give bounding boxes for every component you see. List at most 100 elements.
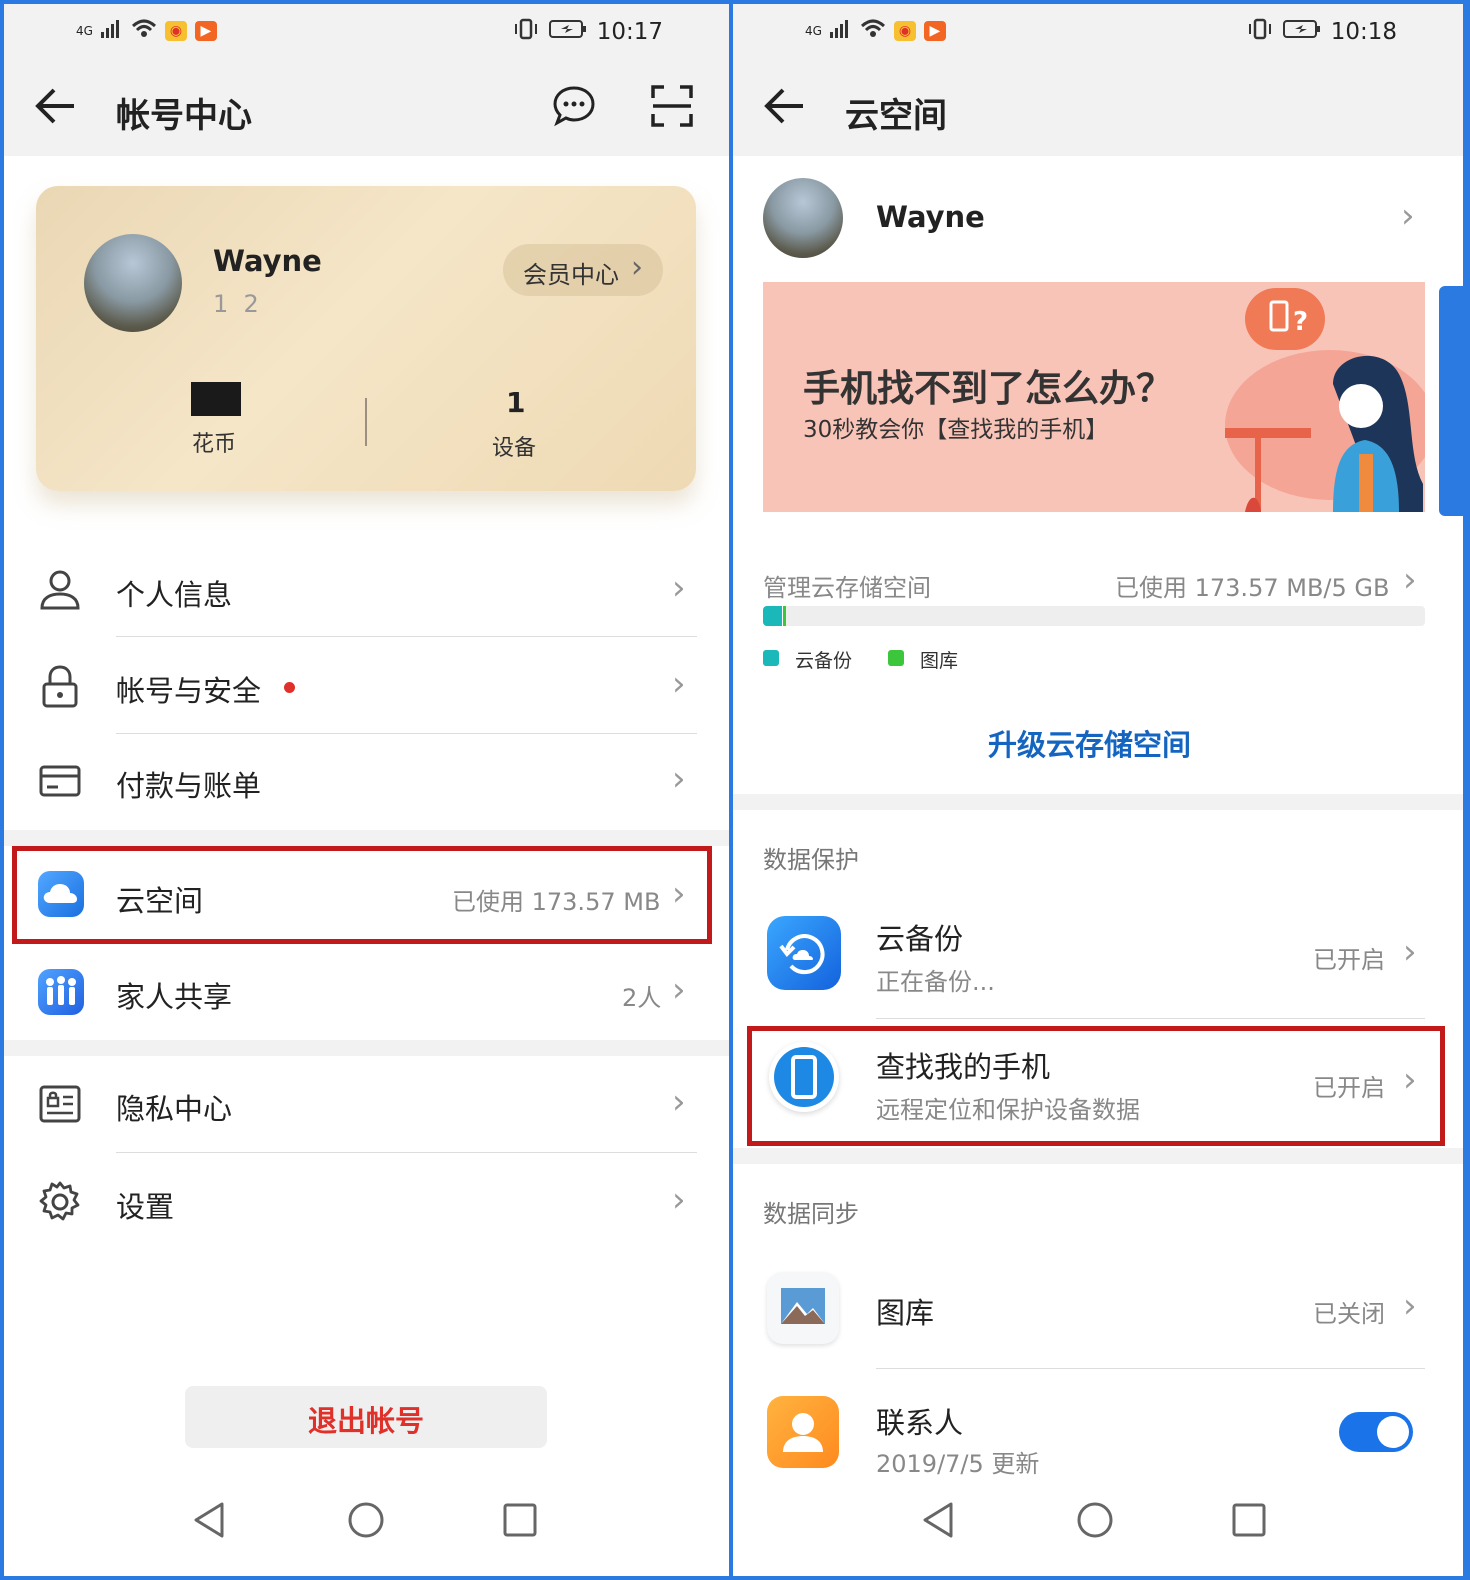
account-center-screen: 4G ◉ ▶ 10:17 帐号中心 Wayne 1 2 会员中心 › 花币 1 … [4,4,729,1576]
battery-icon [548,19,587,45]
contacts-row[interactable]: 联系人 2019/7/5 更新 [733,1382,1463,1482]
notification-dot [284,682,295,693]
lock-icon [38,664,82,708]
scan-icon[interactable] [650,84,694,128]
chevron-right-icon: › [1403,932,1417,972]
gallery-app-icon [767,1272,839,1344]
section-gap [733,1148,1463,1164]
chevron-right-icon: › [672,759,686,799]
contacts-sync-toggle[interactable] [1339,1412,1413,1452]
message-icon[interactable] [552,84,596,128]
nav-back-icon[interactable] [190,1500,230,1549]
backup-subtitle: 正在备份... [876,968,995,996]
menu-label: 个人信息 [116,578,233,612]
battery-icon [1282,19,1321,45]
chevron-right-icon: › [672,1180,686,1220]
gallery-title: 图库 [876,1296,935,1330]
profile-card[interactable]: Wayne 1 2 会员中心 › 花币 1 设备 [36,186,696,491]
chevron-right-icon: › [672,568,686,608]
menu-family-sharing[interactable]: 家人共享 2人 › [4,944,729,1040]
chevron-right-icon: › [672,664,686,704]
chevron-right-icon: › [631,250,643,285]
status-bar: 4G ◉ ▶ 10:17 [4,4,729,62]
status-bar: 4G ◉ ▶ 10:18 [733,4,1463,62]
back-arrow-icon[interactable] [34,84,78,139]
avatar [763,178,843,258]
gallery-row[interactable]: 图库 已关闭 › [733,1262,1463,1368]
find-phone-banner[interactable]: ? 手机找不到了怎么办？ 30秒教会你【查找我的手机】 [763,282,1425,512]
chevron-right-icon: › [1403,560,1417,600]
chevron-right-icon: › [672,970,686,1010]
nav-home-icon[interactable] [346,1500,386,1549]
weibo-icon: ◉ [164,21,187,41]
divider [116,636,697,637]
page-title: 云空间 [845,96,947,136]
wifi-icon [131,18,157,44]
card-icon [38,759,82,803]
nav-home-icon[interactable] [1075,1500,1115,1549]
wifi-icon [860,18,886,44]
devices-label[interactable]: 设备 [492,430,536,462]
highlight-box-findphone [747,1026,1445,1146]
menu-payments[interactable]: 付款与账单 › [4,735,729,827]
storage-progress-bar [763,606,1425,626]
chevron-right-icon: › [672,1082,686,1122]
avatar[interactable] [84,234,182,332]
menu-privacy-center[interactable]: 隐私中心 › [4,1056,729,1152]
backup-app-icon [767,916,841,990]
network-label: 4G [805,24,822,38]
logout-button[interactable]: 退出帐号 [185,1386,547,1448]
legend-label-backup: 云备份 [795,650,853,672]
signal-icon [100,18,123,44]
contacts-app-icon [767,1396,839,1468]
question-bubble-icon: ? [1245,288,1325,350]
network-label: 4G [76,24,93,38]
legend-swatch-gallery [888,650,904,666]
page-title: 帐号中心 [116,96,252,136]
profile-name: Wayne [213,244,322,278]
user-name: Wayne [876,200,985,234]
family-app-icon [38,969,84,1015]
side-scroll-indicator [1439,286,1463,516]
coins-stat[interactable]: 花币 [166,382,266,462]
nav-recents-icon[interactable] [1229,1500,1269,1549]
section-header-protection: 数据保护 [763,846,859,874]
menu-label: 隐私中心 [116,1092,233,1126]
logout-label: 退出帐号 [307,1404,424,1438]
app-bar: 帐号中心 [4,62,729,156]
video-app-icon: ▶ [923,21,946,41]
storage-label: 管理云存储空间 [763,574,931,602]
user-row[interactable]: Wayne › [733,176,1463,268]
cloud-backup-row[interactable]: 云备份 正在备份... 已开启 › [733,906,1463,1018]
clock: 10:18 [1330,19,1397,45]
menu-personal-info[interactable]: 个人信息 › [4,544,729,636]
gear-icon [38,1180,82,1224]
storage-manager[interactable]: 管理云存储空间 已使用 173.57 MB/5 GB › 云备份 图库 [733,554,1463,684]
member-center-button[interactable]: 会员中心 › [503,244,663,296]
banner-title: 手机找不到了怎么办？ [803,367,1173,410]
app-bar: 云空间 [733,62,1463,156]
section-gap [4,1040,729,1056]
menu-label: 帐号与安全 [116,674,262,708]
banner-subtitle: 30秒教会你【查找我的手机】 [803,417,1109,443]
coins-label: 花币 [192,432,237,457]
back-arrow-icon[interactable] [763,84,807,139]
storage-usage: 已使用 173.57 MB/5 GB [1115,574,1390,602]
devices-count: 1 [506,386,526,419]
person-icon [38,568,82,612]
profile-phone: 1 2 [213,290,259,318]
menu-settings[interactable]: 设置 › [4,1154,729,1250]
vibrate-icon [513,18,539,46]
video-app-icon: ▶ [194,21,217,41]
legend-swatch-backup [763,650,779,666]
menu-account-security[interactable]: 帐号与安全 › [4,638,729,734]
nav-back-icon[interactable] [919,1500,959,1549]
divider [876,1368,1425,1369]
clock: 10:17 [596,19,663,45]
section-gap [733,794,1463,810]
upgrade-storage-link[interactable]: 升级云存储空间 [988,722,1191,764]
legend-label-gallery: 图库 [920,650,959,672]
vibrate-icon [1247,18,1273,46]
nav-recents-icon[interactable] [500,1500,540,1549]
weibo-icon: ◉ [893,21,916,41]
